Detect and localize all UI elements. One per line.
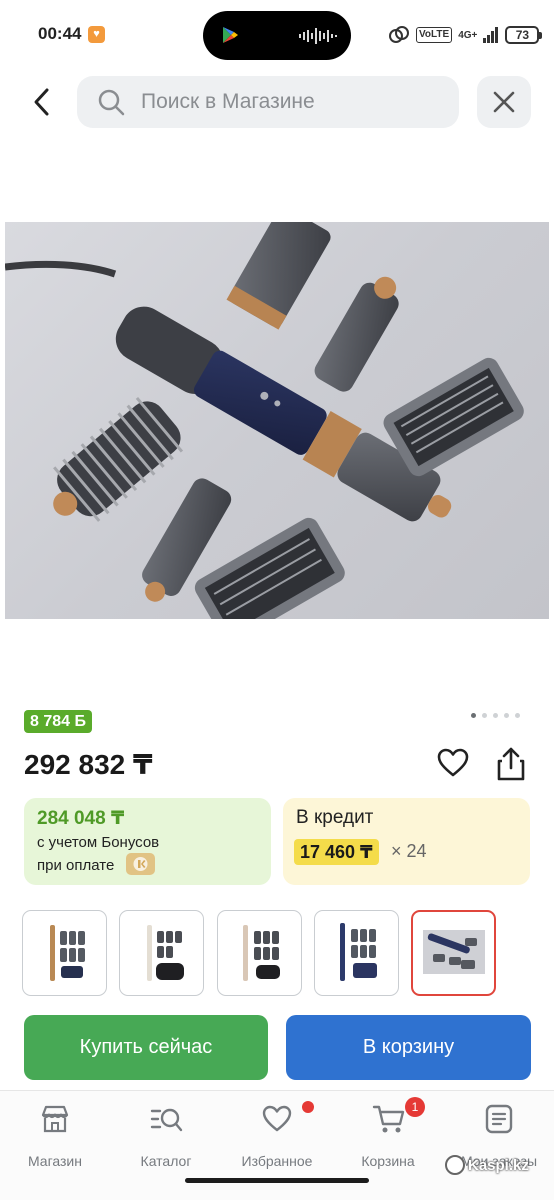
- variant-thumbnail[interactable]: [119, 910, 204, 996]
- store-icon: [41, 1105, 69, 1133]
- nav-label: Избранное: [241, 1153, 313, 1169]
- notification-app-icon: ♥: [88, 26, 105, 43]
- play-store-icon: [223, 27, 238, 43]
- bottom-navigation: Магазин Каталог Избранное Корзина 1 Мои …: [0, 1090, 554, 1200]
- pager-dot: [504, 713, 509, 718]
- favorite-button[interactable]: [436, 746, 472, 782]
- volte-indicator: VoLTE: [416, 27, 453, 43]
- pager-dot: [471, 713, 476, 718]
- cart-icon: [372, 1105, 405, 1133]
- share-button[interactable]: [494, 746, 530, 782]
- bonus-price-caption-2: при оплате: [37, 857, 115, 874]
- kaspi-logo-icon: [126, 853, 155, 875]
- status-indicators: VoLTE 4G+ 73: [388, 23, 543, 47]
- orders-icon: [485, 1104, 513, 1134]
- nav-label: Корзина: [361, 1153, 415, 1169]
- battery-level: 73: [505, 26, 543, 44]
- product-photo-illustration: [5, 222, 524, 619]
- variant-selector: [22, 910, 502, 998]
- favorites-indicator-dot: [302, 1101, 314, 1113]
- watermark-text: Kaspi.kz: [468, 1156, 529, 1174]
- share-icon: [497, 747, 525, 781]
- image-pager: [471, 713, 520, 718]
- search-box[interactable]: [77, 76, 459, 128]
- variant-thumbnail[interactable]: [217, 910, 302, 996]
- nav-label: Каталог: [140, 1153, 192, 1169]
- bonus-badge: 8 784 Б: [24, 710, 92, 733]
- status-bar: 00:44 ♥ VoLTE 4G+ 73: [0, 0, 554, 70]
- home-indicator[interactable]: [185, 1178, 369, 1183]
- catalog-search-icon: [150, 1108, 183, 1132]
- nav-item-store[interactable]: Магазин: [5, 1101, 105, 1171]
- search-icon: [98, 89, 125, 116]
- status-time: 00:44: [38, 24, 82, 43]
- kaspi-watermark: Kaspi.kz: [445, 1154, 529, 1176]
- add-to-cart-button[interactable]: В корзину: [286, 1015, 531, 1080]
- credit-monthly-amount: 17 460 ₸: [294, 839, 379, 865]
- signal-icon: [483, 27, 499, 43]
- bonus-price-caption: с учетом Бонусов: [37, 834, 160, 851]
- variant-thumbnail[interactable]: [314, 910, 399, 996]
- network-type: 4G+: [458, 29, 478, 41]
- pager-dot: [493, 713, 498, 718]
- buy-now-button[interactable]: Купить сейчас: [24, 1015, 268, 1080]
- pager-dot: [482, 713, 487, 718]
- search-input[interactable]: [141, 76, 441, 128]
- heart-icon: [262, 1105, 292, 1132]
- nav-item-catalog[interactable]: Каталог: [116, 1101, 216, 1171]
- credit-card[interactable]: В кредит 17 460 ₸ × 24: [283, 798, 530, 885]
- product-image[interactable]: [5, 222, 549, 619]
- credit-months: × 24: [391, 841, 427, 861]
- nav-item-favorites[interactable]: Избранное: [227, 1101, 327, 1171]
- heart-icon: [437, 748, 469, 777]
- back-button[interactable]: [22, 80, 62, 124]
- link-icon: [389, 26, 409, 43]
- bonus-price-card[interactable]: 284 048 ₸ с учетом Бонусов при оплате: [24, 798, 271, 885]
- dynamic-island: [203, 11, 351, 60]
- close-icon: [493, 91, 515, 113]
- variant-thumbnail-selected[interactable]: [411, 910, 496, 996]
- bonus-price: 284 048 ₸: [37, 808, 125, 829]
- pager-dot: [515, 713, 520, 718]
- nav-label: Магазин: [27, 1153, 82, 1169]
- chevron-left-icon: [34, 88, 49, 116]
- kaspi-logo-icon: [445, 1155, 465, 1175]
- cart-count-badge: 1: [405, 1097, 425, 1117]
- credit-title: В кредит: [296, 807, 374, 828]
- close-search-button[interactable]: [477, 76, 531, 128]
- audio-wave-icon: [299, 28, 337, 44]
- variant-thumbnail[interactable]: [22, 910, 107, 996]
- product-price: 292 832 ₸: [24, 749, 153, 780]
